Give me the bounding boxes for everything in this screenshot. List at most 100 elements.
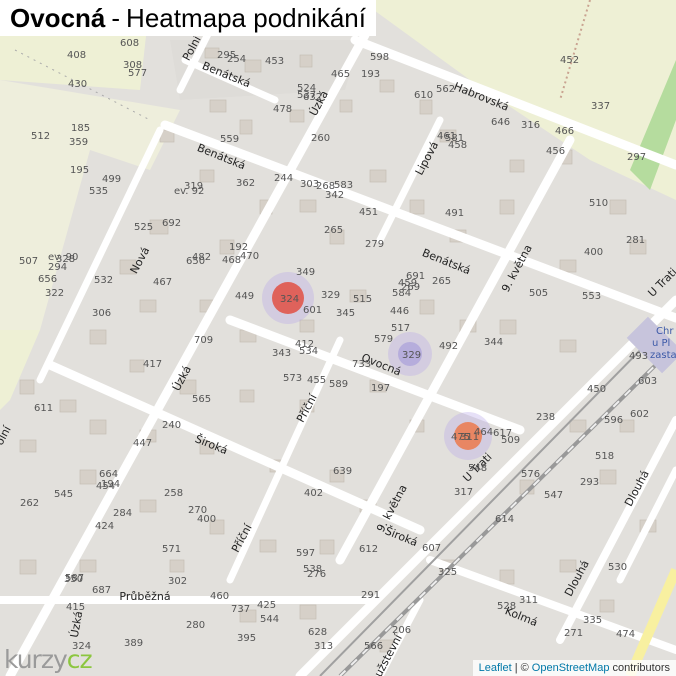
- osm-link[interactable]: OpenStreetMap: [532, 662, 610, 674]
- house-number: 548: [468, 463, 487, 474]
- house-number: 505: [529, 288, 548, 299]
- house-number: 458: [448, 140, 467, 151]
- house-number: 408: [67, 50, 86, 61]
- house-number: 240: [162, 420, 181, 431]
- house-number: 478: [273, 104, 292, 115]
- house-number: 530: [608, 562, 627, 573]
- house-number: 362: [236, 178, 255, 189]
- house-number: 297: [627, 152, 646, 163]
- house-number: 602: [630, 409, 649, 420]
- house-number: 612: [359, 544, 378, 555]
- house-number: 185: [71, 123, 90, 134]
- house-number: 512: [31, 131, 50, 142]
- house-number: 453: [265, 56, 284, 67]
- house-number: 608: [120, 38, 139, 49]
- street-label: Nová: [128, 245, 153, 276]
- map-canvas[interactable]: 324 329 311 Polní Benátská Benátská Benátská Ú…: [0, 0, 676, 676]
- house-number: 559: [220, 134, 239, 145]
- house-number: 456: [546, 146, 565, 157]
- house-number: ev. 90: [48, 252, 78, 263]
- house-number: 475: [451, 432, 470, 443]
- page-title: Ovocná - Heatmapa podnikání: [0, 0, 376, 36]
- house-number: 687: [92, 585, 111, 596]
- house-number: 733: [352, 359, 371, 370]
- street-label: Dlouhá: [622, 468, 652, 508]
- house-number: 692: [162, 218, 181, 229]
- map-attribution: Leaflet | © OpenStreetMap contributors: [472, 660, 676, 676]
- house-number: 193: [361, 69, 380, 80]
- house-number: 271: [564, 628, 583, 639]
- kurzy-logo[interactable]: kurzycz: [4, 645, 93, 674]
- house-number: 589: [329, 379, 348, 390]
- house-number: 260: [311, 133, 330, 144]
- house-number: 474: [616, 629, 635, 640]
- house-number: 349: [296, 267, 315, 278]
- house-number: 611: [34, 403, 53, 414]
- house-number: 270: [188, 505, 207, 516]
- house-number: 238: [536, 412, 555, 423]
- street-label: Habrovská: [452, 80, 511, 114]
- street-label: Široká: [193, 432, 229, 457]
- house-number: 596: [604, 415, 623, 426]
- street-label: U Trati: [645, 265, 676, 299]
- house-number: 446: [390, 306, 409, 317]
- house-number: 656: [38, 274, 57, 285]
- house-number: 455: [307, 375, 326, 386]
- house-number: 424: [95, 521, 114, 532]
- house-number: 537: [297, 90, 316, 101]
- house-number: 192: [229, 242, 248, 253]
- house-number: 395: [237, 633, 256, 644]
- house-number: 610: [414, 90, 433, 101]
- map-labels: PolníBenátskáBenátskáBenátskáÚzkáÚzkáÚzk…: [0, 33, 676, 676]
- house-number: 566: [364, 641, 383, 652]
- house-number: 449: [235, 291, 254, 302]
- house-number: 281: [626, 235, 645, 246]
- house-number: 195: [70, 165, 89, 176]
- house-number: 447: [133, 438, 152, 449]
- house-number: 389: [124, 638, 143, 649]
- house-number: 302: [168, 576, 187, 587]
- house-number: 607: [422, 543, 441, 554]
- house-number: 335: [583, 615, 602, 626]
- house-number: 342: [325, 190, 344, 201]
- house-number: 492: [439, 341, 458, 352]
- station-label: Chr: [656, 326, 674, 337]
- house-number: 499: [102, 174, 121, 185]
- house-number: 535: [89, 186, 108, 197]
- house-number: 528: [497, 601, 516, 612]
- house-number: 306: [92, 308, 111, 319]
- house-number: 603: [638, 376, 657, 387]
- house-number: 532: [94, 275, 113, 286]
- house-number: 322: [45, 288, 64, 299]
- house-number: 601: [303, 305, 322, 316]
- house-number: 571: [162, 544, 181, 555]
- leaflet-link[interactable]: Leaflet: [479, 662, 512, 674]
- house-number: 547: [544, 490, 563, 501]
- house-number: 316: [521, 120, 540, 131]
- street-label: Polní: [180, 33, 204, 63]
- station-label: zasta: [650, 350, 676, 361]
- copyright-symbol: ©: [520, 662, 529, 674]
- house-number: 565: [192, 394, 211, 405]
- house-number: 614: [495, 514, 514, 525]
- house-number: 280: [186, 620, 205, 631]
- house-number: 400: [584, 247, 603, 258]
- street-label: Úzká: [68, 610, 85, 639]
- house-number: 639: [333, 466, 352, 477]
- house-number: 294: [48, 262, 67, 273]
- house-number: 664: [99, 469, 118, 480]
- street-label: Benátská: [420, 246, 472, 277]
- house-number: 464: [474, 427, 493, 438]
- house-number: 308: [123, 60, 142, 71]
- house-number: 545: [54, 489, 73, 500]
- house-number: 402: [304, 488, 323, 499]
- street-label: Průběžná: [119, 590, 170, 603]
- house-number: 258: [164, 488, 183, 499]
- house-number: 518: [595, 451, 614, 462]
- house-number: 465: [331, 69, 350, 80]
- house-number: 350: [64, 574, 83, 585]
- house-number: 254: [227, 54, 246, 65]
- house-number: ev. 92: [174, 186, 204, 197]
- house-number: 325: [438, 567, 457, 578]
- house-number: 507: [19, 256, 38, 267]
